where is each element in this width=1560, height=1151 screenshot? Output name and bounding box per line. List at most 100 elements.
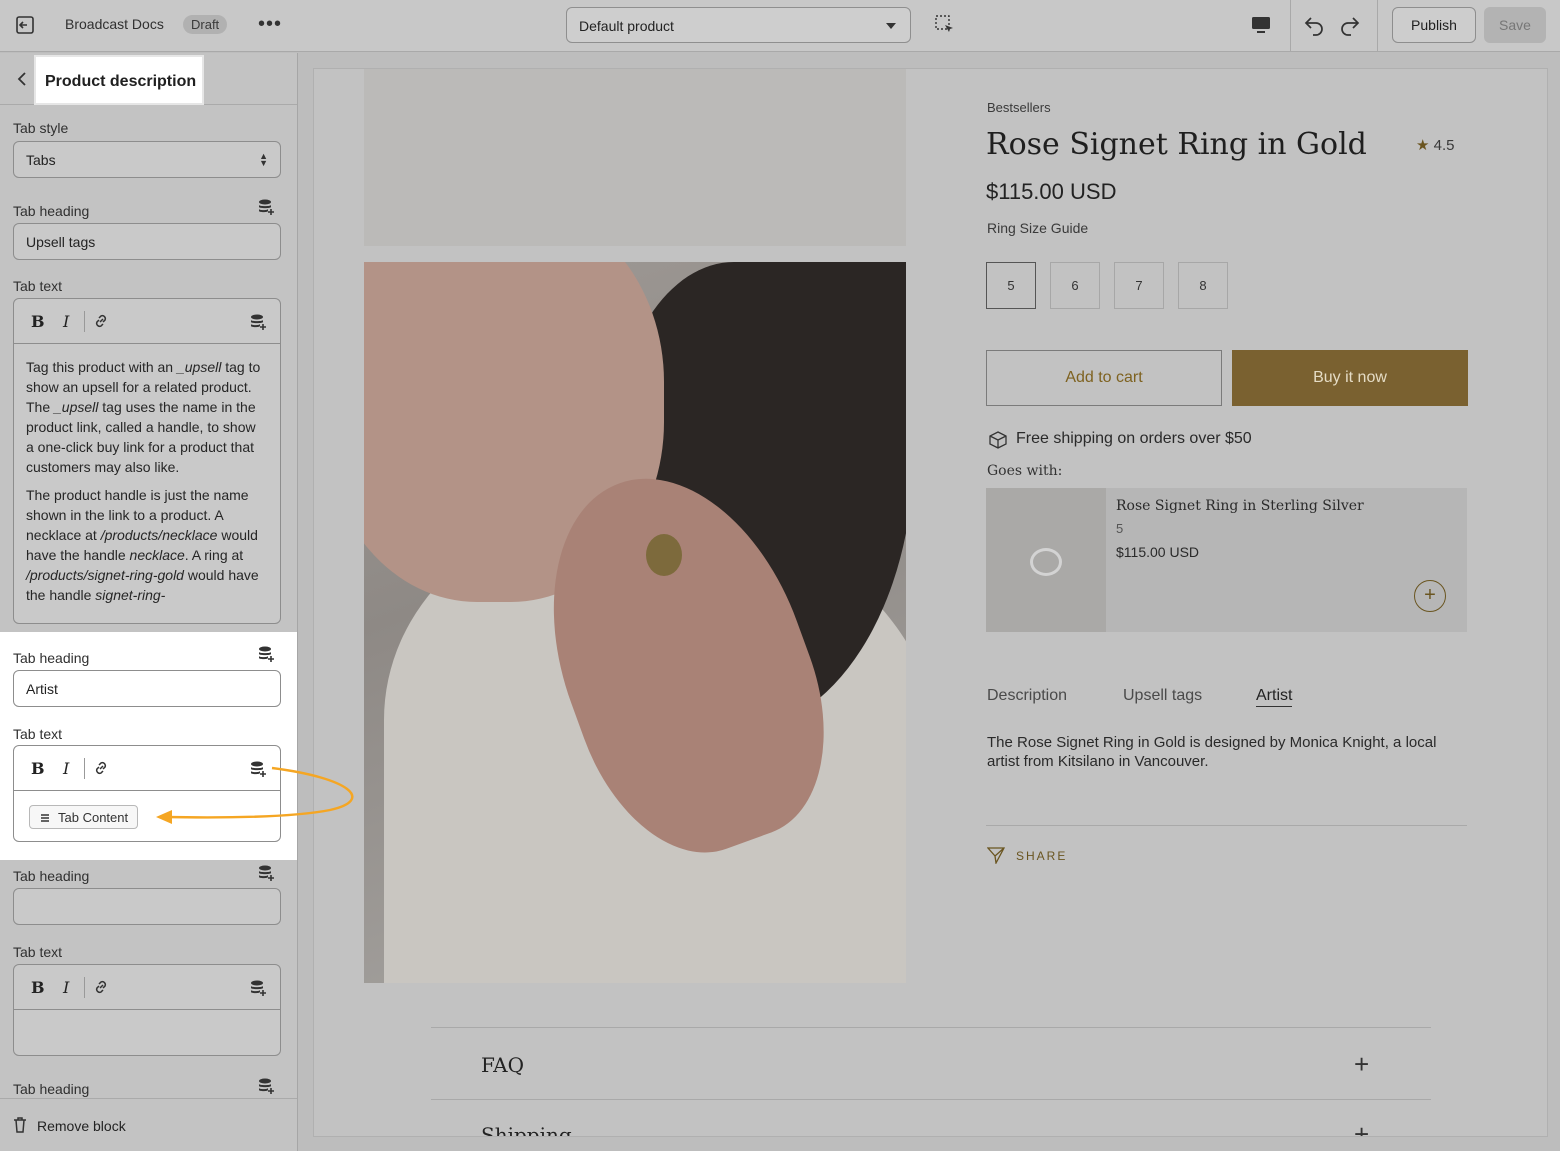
upsell-variant: 5 <box>1116 521 1124 536</box>
inspector-icon[interactable] <box>934 14 956 36</box>
editor-toolbar: B I <box>14 299 280 344</box>
toolbar-divider <box>1377 0 1378 52</box>
desktop-icon[interactable] <box>1250 14 1272 36</box>
add-to-cart-button[interactable]: Add to cart <box>986 350 1222 406</box>
dynamic-source-icon[interactable] <box>248 978 268 998</box>
tab-style-select[interactable]: Tabs ▲ ▼ <box>13 141 281 178</box>
product-title: Rose Signet Ring in Gold <box>986 127 1367 162</box>
editor-toolbar: B I <box>14 965 280 1010</box>
tab-style-label: Tab style <box>13 120 69 136</box>
dynamic-source-icon[interactable] <box>256 863 276 883</box>
save-button[interactable]: Save <box>1484 7 1546 43</box>
tab-heading-label: Tab heading <box>13 868 90 884</box>
editor-paragraph: Tag this product with an _upsell tag to … <box>26 359 261 475</box>
remove-block-button[interactable]: Remove block <box>37 1118 126 1134</box>
top-bar: Broadcast Docs Draft ••• Default product… <box>0 0 1560 52</box>
tab-heading-input[interactable] <box>13 888 281 925</box>
list-icon <box>41 814 49 822</box>
italic-button[interactable]: I <box>63 759 69 778</box>
link-icon[interactable] <box>92 312 110 330</box>
size-option[interactable]: 5 <box>986 262 1036 309</box>
shipping-accordion[interactable]: Shipping <box>481 1123 572 1136</box>
exit-icon[interactable] <box>14 14 36 36</box>
divider <box>431 1099 1431 1100</box>
publish-button[interactable]: Publish <box>1392 7 1476 43</box>
tab-upsell-tags[interactable]: Upsell tags <box>1123 687 1202 705</box>
italic-button[interactable]: I <box>63 978 69 997</box>
image-detail <box>646 534 682 576</box>
divider <box>986 825 1467 826</box>
annotation-arrow <box>156 766 354 824</box>
tab-text-label: Tab text <box>13 278 63 294</box>
trash-icon[interactable] <box>11 1116 29 1134</box>
editor-paragraph: The product handle is just the name show… <box>26 487 259 603</box>
plus-icon[interactable]: + <box>1354 1049 1369 1080</box>
title-highlight: Product description <box>34 55 204 105</box>
dynamic-source-icon[interactable] <box>248 312 268 332</box>
toolbar-separator <box>84 977 85 998</box>
dynamic-source-chip[interactable]: Tab Content <box>29 805 139 829</box>
tab-text-label: Tab text <box>13 944 63 960</box>
goes-with-label: Goes with: <box>987 463 1063 479</box>
shipping-note: Free shipping on orders over $50 <box>1016 430 1252 447</box>
link-icon[interactable] <box>92 978 110 996</box>
bold-button[interactable]: B <box>31 978 45 997</box>
tab-description[interactable]: Description <box>987 687 1067 705</box>
dynamic-source-icon[interactable] <box>256 644 276 664</box>
package-icon <box>989 431 1007 449</box>
tab-style-value: Tabs <box>26 152 56 168</box>
chevron-down-icon <box>886 23 896 29</box>
tab-text-editor[interactable]: B I <box>13 964 281 1056</box>
image-detail <box>1030 548 1062 576</box>
tab-heading-value: Upsell tags <box>26 234 96 250</box>
upsell-card[interactable]: Rose Signet Ring in Sterling Silver 5 $1… <box>986 488 1467 632</box>
status-badge: Draft <box>183 15 228 34</box>
product-image[interactable] <box>364 69 906 246</box>
page-title: Product description <box>45 73 197 90</box>
italic-button[interactable]: I <box>63 312 69 331</box>
size-guide-link[interactable]: Ring Size Guide <box>987 220 1088 236</box>
undo-icon[interactable] <box>1302 13 1326 37</box>
toolbar-separator <box>84 758 85 779</box>
tab-heading-label: Tab heading <box>13 203 90 219</box>
tab-text-editor[interactable]: B I Tag this product with an _upsell tag… <box>13 298 281 624</box>
editor-content[interactable]: Tag this product with an _upsell tag to … <box>26 357 266 613</box>
toolbar-divider <box>1290 0 1291 52</box>
share-button[interactable]: SHARE <box>1016 849 1067 863</box>
tab-text-label: Tab text <box>13 726 63 742</box>
share-icon[interactable] <box>987 846 1005 864</box>
settings-sidebar: Product description Tab style Tabs ▲ ▼ Ta… <box>0 53 298 1151</box>
size-option[interactable]: 6 <box>1050 262 1100 309</box>
size-option[interactable]: 7 <box>1114 262 1164 309</box>
star-icon: ★ <box>1416 137 1430 154</box>
redo-icon[interactable] <box>1338 13 1362 37</box>
link-icon[interactable] <box>92 759 110 777</box>
bold-button[interactable]: B <box>31 312 45 331</box>
product-image[interactable] <box>364 262 906 983</box>
product-rating: ★ 4.5 <box>1416 136 1454 154</box>
sidebar-footer: Remove block <box>0 1098 297 1151</box>
add-upsell-button[interactable]: + <box>1414 580 1446 612</box>
size-option[interactable]: 8 <box>1178 262 1228 309</box>
upsell-price: $115.00 USD <box>1116 544 1200 560</box>
upsell-image <box>986 488 1106 632</box>
chip-label: Tab Content <box>58 810 129 825</box>
tab-heading-input[interactable]: Upsell tags <box>13 223 281 260</box>
product-vendor: Bestsellers <box>987 100 1051 115</box>
plus-icon[interactable]: + <box>1354 1119 1369 1136</box>
template-select[interactable]: Default product <box>566 7 911 43</box>
store-name: Broadcast Docs <box>65 16 164 32</box>
tab-artist[interactable]: Artist <box>1256 687 1293 707</box>
more-icon[interactable]: ••• <box>258 13 282 36</box>
tab-heading-input[interactable]: Artist <box>13 670 281 707</box>
buy-now-button[interactable]: Buy it now <box>1232 350 1468 406</box>
template-select-value: Default product <box>579 18 674 34</box>
faq-accordion[interactable]: FAQ <box>481 1053 524 1077</box>
dynamic-source-icon[interactable] <box>256 197 276 217</box>
bold-button[interactable]: B <box>31 759 45 778</box>
back-icon[interactable] <box>14 70 32 88</box>
sidebar-header: Product description <box>0 53 297 105</box>
toolbar-separator <box>84 311 85 332</box>
dynamic-source-icon[interactable] <box>256 1076 276 1096</box>
divider <box>431 1027 1431 1028</box>
